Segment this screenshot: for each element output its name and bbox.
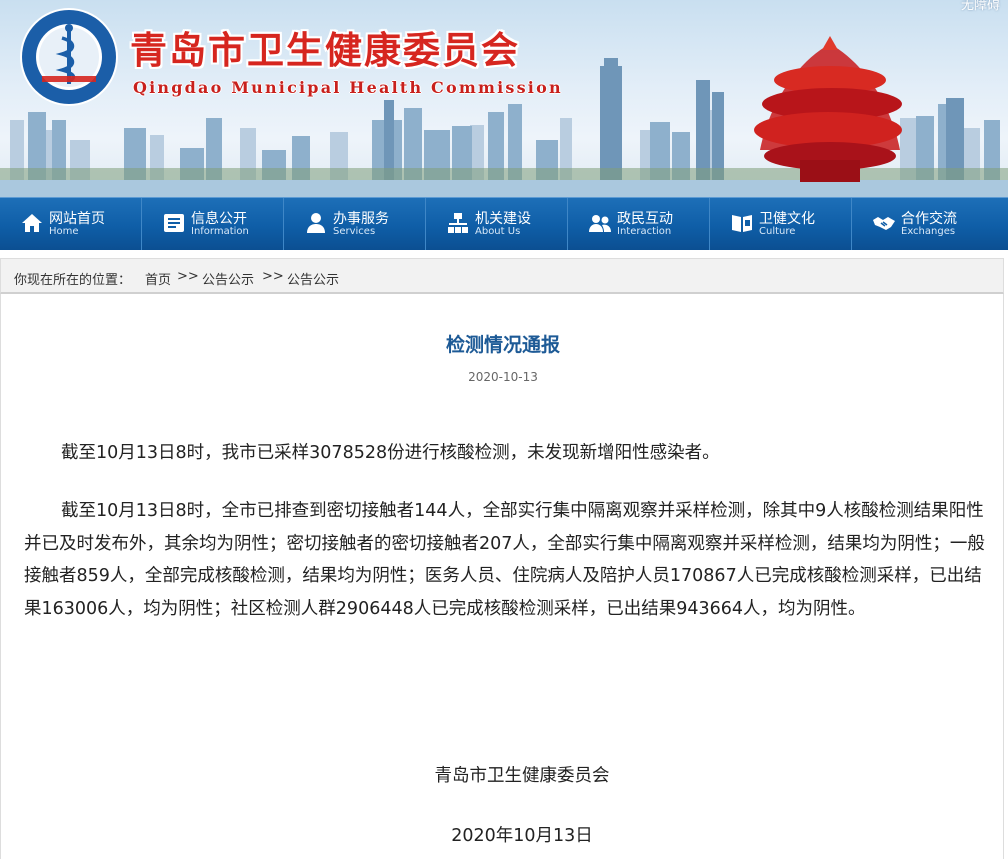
nav-label-cn: 信息公开 bbox=[191, 211, 247, 227]
people-icon bbox=[589, 215, 611, 232]
nav-label-en: Culture bbox=[759, 226, 796, 237]
breadcrumb-item-notices[interactable]: 公告公示 bbox=[202, 269, 254, 288]
nav-label-cn: 机关建设 bbox=[475, 211, 531, 227]
nav-label-en: About Us bbox=[475, 226, 521, 237]
nav-label-cn: 卫健文化 bbox=[759, 211, 815, 227]
home-icon bbox=[22, 214, 42, 232]
nav-item-exchanges[interactable]: 合作交流 Exchanges bbox=[852, 198, 994, 250]
breadcrumb-separator: >> bbox=[262, 269, 284, 284]
nav-label-en: Exchanges bbox=[901, 226, 956, 237]
org-chart-icon bbox=[448, 213, 468, 233]
article-date: 2020-10-13 bbox=[468, 370, 538, 384]
breadcrumb-separator: >> bbox=[177, 269, 199, 284]
nav-label-en: Services bbox=[333, 226, 376, 237]
nav-label-cn: 政民互动 bbox=[617, 211, 673, 227]
nav-item-culture[interactable]: 卫健文化 Culture bbox=[710, 198, 852, 250]
site-title-cn: 青岛市卫生健康委员会 bbox=[130, 28, 520, 72]
nav-label-cn: 办事服务 bbox=[333, 211, 389, 227]
book-icon bbox=[732, 215, 752, 232]
handshake-icon bbox=[873, 217, 895, 230]
nav-label-en: Interaction bbox=[617, 226, 672, 237]
article-paragraph: 截至10月13日8时，我市已采样3078528份进行核酸检测，未发现新增阳性感染… bbox=[61, 443, 720, 463]
may-wind-sculpture bbox=[754, 36, 902, 182]
main-nav: 网站首页 Home 信息公开 Information 办事服务 Services… bbox=[0, 197, 1008, 250]
breadcrumb-prefix: 你现在所在的位置： bbox=[14, 273, 132, 288]
nav-label-cn: 网站首页 bbox=[49, 211, 105, 227]
commission-emblem-logo bbox=[20, 8, 118, 106]
nav-label-en: Home bbox=[49, 226, 79, 237]
nav-item-about-us[interactable]: 机关建设 About Us bbox=[426, 198, 568, 250]
breadcrumb-item-home[interactable]: 首页 bbox=[145, 269, 171, 288]
info-list-icon bbox=[164, 214, 184, 232]
article-title: 检测情况通报 bbox=[445, 334, 560, 356]
nav-item-information[interactable]: 信息公开 Information bbox=[142, 198, 284, 250]
article-paragraph: 截至10月13日8时，全市已排查到密切接触者144人，全部实行集中隔离观察并采样… bbox=[24, 501, 985, 619]
nav-item-interaction[interactable]: 政民互动 Interaction bbox=[568, 198, 710, 250]
breadcrumb-item-current[interactable]: 公告公示 bbox=[287, 269, 339, 288]
nav-item-home[interactable]: 网站首页 Home bbox=[0, 198, 142, 250]
article-signature-date: 2020年10月13日 bbox=[451, 826, 593, 846]
article-signature: 青岛市卫生健康委员会 bbox=[434, 766, 610, 786]
breadcrumb: 你现在所在的位置： 首页 >> 公告公示 >> 公告公示 bbox=[0, 258, 1004, 294]
nav-label-en: Information bbox=[191, 226, 249, 237]
person-icon bbox=[307, 213, 325, 233]
site-title-en: Qingdao Municipal Health Commission bbox=[133, 78, 563, 97]
accessibility-link[interactable]: 无障碍 bbox=[961, 0, 1000, 13]
header-banner: 无障碍 青岛市卫生健康委员会 Qingdao Municipal Health … bbox=[0, 0, 1008, 197]
nav-item-services[interactable]: 办事服务 Services bbox=[284, 198, 426, 250]
nav-label-cn: 合作交流 bbox=[901, 211, 957, 227]
